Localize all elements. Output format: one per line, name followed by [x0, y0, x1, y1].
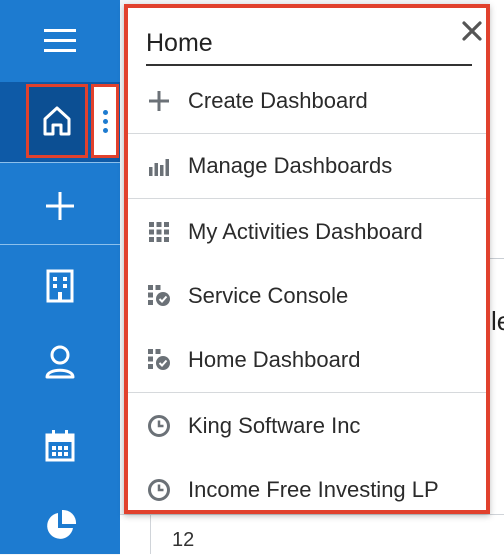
menu-item-my-activities-dashboard[interactable]: My Activities Dashboard — [128, 200, 486, 264]
grid-icon — [144, 217, 174, 247]
more-vertical-icon — [102, 109, 108, 115]
home-dropdown-menu: Home Create Dashboard Manage Dashboards — [124, 4, 490, 514]
menu-item-create-dashboard[interactable]: Create Dashboard — [128, 69, 486, 133]
clock-icon — [144, 411, 174, 441]
close-button[interactable] — [461, 20, 483, 46]
background-page — [490, 0, 504, 554]
accounts-button[interactable] — [0, 264, 120, 308]
reports-icon — [47, 509, 77, 539]
quick-create-button[interactable] — [0, 184, 120, 228]
close-icon — [462, 21, 482, 41]
background-heading-fragment: le — [491, 306, 504, 336]
menu-item-service-console[interactable]: Service Console — [128, 264, 486, 328]
menu-item-label: Home Dashboard — [188, 347, 361, 372]
grid-check-icon — [144, 281, 174, 311]
menu-item-manage-dashboards[interactable]: Manage Dashboards — [128, 134, 486, 198]
home-actions-button[interactable] — [91, 84, 119, 158]
calendar-icon — [45, 430, 75, 462]
menu-item-recent-king-software-inc[interactable]: King Software Inc — [128, 394, 486, 458]
accounts-icon — [46, 269, 74, 303]
bar-chart-icon — [144, 151, 174, 181]
calendar-button[interactable] — [0, 424, 120, 468]
contacts-icon — [45, 345, 75, 379]
menu-item-label: Service Console — [188, 283, 349, 308]
sidebar-nav — [0, 0, 120, 554]
plus-icon — [46, 192, 74, 220]
grid-check-icon — [144, 345, 174, 375]
home-icon — [43, 106, 71, 136]
hamburger-menu-button[interactable] — [0, 18, 120, 64]
menu-item-recent-income-free-investing-lp[interactable]: Income Free Investing LP — [128, 458, 486, 522]
menu-item-home-dashboard[interactable]: Home Dashboard — [128, 328, 486, 392]
reports-button[interactable] — [0, 504, 120, 548]
menu-item-label: Income Free Investing LP — [188, 477, 439, 502]
menu-item-label: My Activities Dashboard — [188, 219, 423, 244]
menu-item-label: Manage Dashboards — [188, 153, 393, 178]
clock-icon — [144, 475, 174, 505]
home-button[interactable] — [26, 84, 88, 158]
hamburger-icon — [44, 29, 76, 52]
plus-icon — [144, 86, 174, 116]
dropdown-title: Home — [146, 24, 472, 66]
contacts-button[interactable] — [0, 340, 120, 384]
background-row-number: 12 — [172, 529, 195, 551]
menu-item-label: Create Dashboard — [188, 88, 368, 113]
menu-item-label: King Software Inc — [188, 413, 361, 438]
